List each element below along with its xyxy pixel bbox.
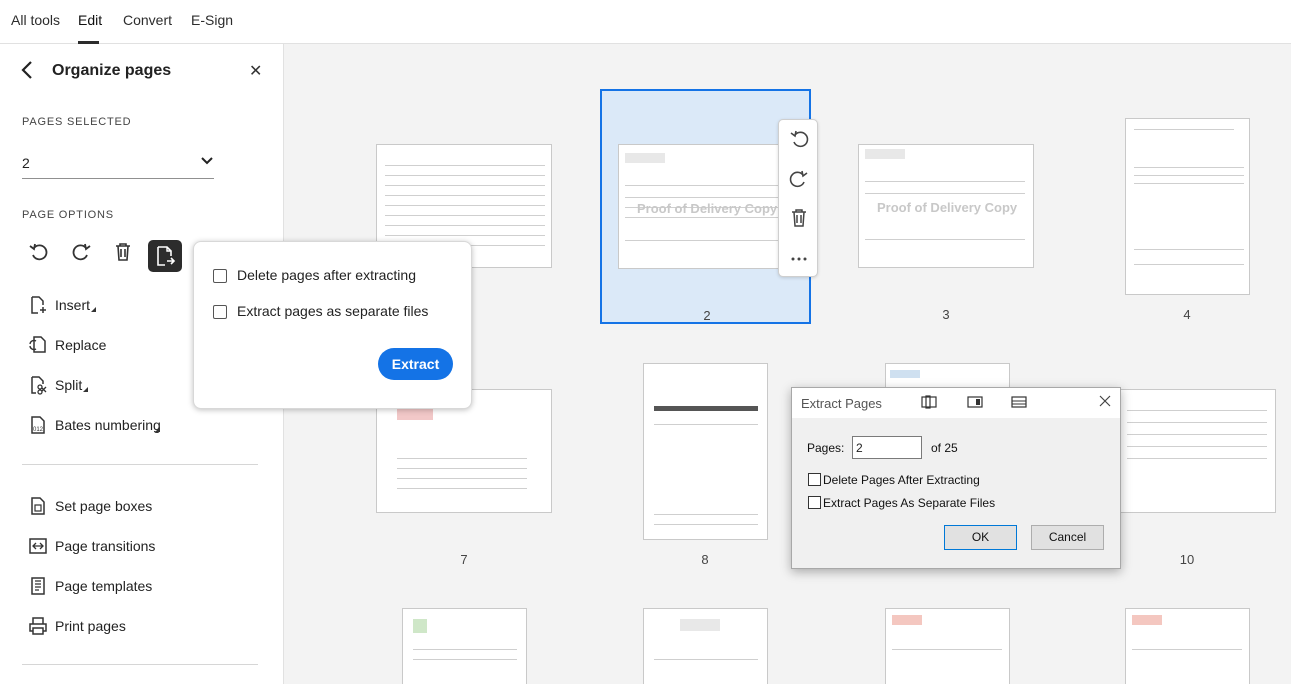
replace-page-icon — [29, 336, 46, 353]
trash-icon[interactable] — [111, 240, 135, 264]
page-thumbnail: Proof of Delivery Copy — [618, 144, 794, 269]
pages-label: Pages: — [807, 441, 845, 455]
page-thumbnail[interactable] — [885, 608, 1010, 684]
page-number: 7 — [460, 552, 468, 567]
split-icon — [31, 376, 47, 395]
dialog-title-bar: Extract Pages — [792, 388, 1120, 418]
page-transitions-icon — [29, 538, 47, 554]
panel-divider — [22, 664, 258, 665]
pages-total: of 25 — [931, 441, 958, 455]
page-layout-icon — [967, 396, 983, 408]
extract-button[interactable]: Extract — [378, 348, 453, 380]
tab-edit[interactable]: Edit — [78, 12, 102, 28]
set-page-boxes-label: Set page boxes — [55, 498, 153, 514]
separate-files-label: Extract Pages As Separate Files — [823, 496, 996, 510]
back-arrow-icon[interactable] — [18, 59, 38, 81]
page-number: 3 — [942, 307, 950, 322]
print-pages-label: Print pages — [55, 618, 126, 634]
top-menu-bar: All tools Edit Convert E-Sign — [0, 0, 1291, 44]
page-thumbnail[interactable] — [1125, 118, 1250, 295]
close-icon[interactable] — [1098, 394, 1112, 408]
close-icon[interactable]: ✕ — [249, 61, 262, 81]
page-options-label: PAGE OPTIONS — [22, 209, 114, 221]
pages-selected-value: 2 — [22, 155, 30, 171]
page-floating-toolbar — [778, 119, 818, 277]
page-number: 10 — [1179, 552, 1195, 567]
page-watermark: Proof of Delivery Copy — [877, 200, 1018, 215]
delete-after-extract-checkbox[interactable] — [213, 269, 227, 283]
replace-label: Replace — [55, 337, 107, 353]
rotate-left-icon[interactable] — [788, 128, 810, 150]
cancel-button[interactable]: Cancel — [1031, 525, 1104, 550]
delete-pages-label: Delete Pages After Extracting — [823, 473, 980, 487]
pages-selected-dropdown[interactable]: 2 — [22, 148, 214, 179]
page-thumbnail[interactable] — [643, 363, 768, 540]
separate-files-checkbox[interactable] — [808, 496, 821, 509]
split-label: Split — [55, 377, 83, 393]
page-thumbnail[interactable] — [643, 608, 768, 684]
svg-text:012: 012 — [33, 427, 44, 433]
page-thumbnail[interactable] — [1120, 389, 1276, 513]
page-boxes-icon — [31, 497, 45, 515]
page-transitions-label: Page transitions — [55, 538, 156, 554]
page-templates-label: Page templates — [55, 578, 153, 594]
submenu-caret-icon — [91, 307, 96, 312]
page-number: 8 — [701, 552, 709, 567]
separate-files-label: Extract pages as separate files — [237, 303, 429, 319]
panel-divider — [22, 464, 258, 465]
page-watermark: Proof of Delivery Copy — [637, 201, 778, 216]
page-layout-icon — [921, 395, 937, 409]
chevron-down-icon — [201, 157, 213, 165]
page-thumbnail[interactable] — [402, 608, 527, 684]
rotate-left-icon[interactable] — [27, 240, 51, 264]
dialog-title: Extract Pages — [801, 396, 882, 411]
printer-icon — [29, 617, 47, 635]
panel-title: Organize pages — [52, 62, 172, 79]
extract-pages-button[interactable] — [148, 240, 182, 272]
page-number: 2 — [703, 308, 711, 323]
page-templates-icon — [31, 577, 45, 595]
pages-selected-label: PAGES SELECTED — [22, 116, 132, 128]
submenu-caret-icon — [83, 387, 88, 392]
ok-button[interactable]: OK — [944, 525, 1017, 550]
pages-input[interactable]: 2 — [852, 436, 922, 459]
rotate-right-icon[interactable] — [69, 240, 93, 264]
insert-label: Insert — [55, 297, 91, 313]
page-thumbnail[interactable] — [1125, 608, 1250, 684]
delete-after-extract-label: Delete pages after extracting — [237, 267, 416, 283]
tab-convert[interactable]: Convert — [123, 12, 172, 28]
page-number: 4 — [1183, 307, 1191, 322]
bates-numbering-label: Bates numbering — [55, 417, 161, 433]
extract-page-icon — [157, 246, 176, 266]
tab-e-sign[interactable]: E-Sign — [191, 12, 233, 28]
extract-pages-dialog: Extract Pages Pages: 2 of 25 Delete Page… — [791, 387, 1121, 569]
page-layout-icon — [1011, 396, 1027, 408]
page-thumbnail[interactable]: Proof of Delivery Copy — [858, 144, 1034, 268]
rotate-right-icon[interactable] — [788, 168, 810, 190]
extract-options-popover: Delete pages after extracting Extract pa… — [193, 241, 472, 409]
submenu-caret-icon — [155, 427, 160, 432]
more-options-icon[interactable] — [788, 248, 810, 270]
insert-page-icon — [31, 296, 46, 314]
trash-icon[interactable] — [788, 207, 810, 229]
bates-numbering-icon: 012 — [31, 416, 45, 434]
delete-pages-checkbox[interactable] — [808, 473, 821, 486]
separate-files-checkbox[interactable] — [213, 305, 227, 319]
tab-all-tools[interactable]: All tools — [11, 12, 60, 28]
